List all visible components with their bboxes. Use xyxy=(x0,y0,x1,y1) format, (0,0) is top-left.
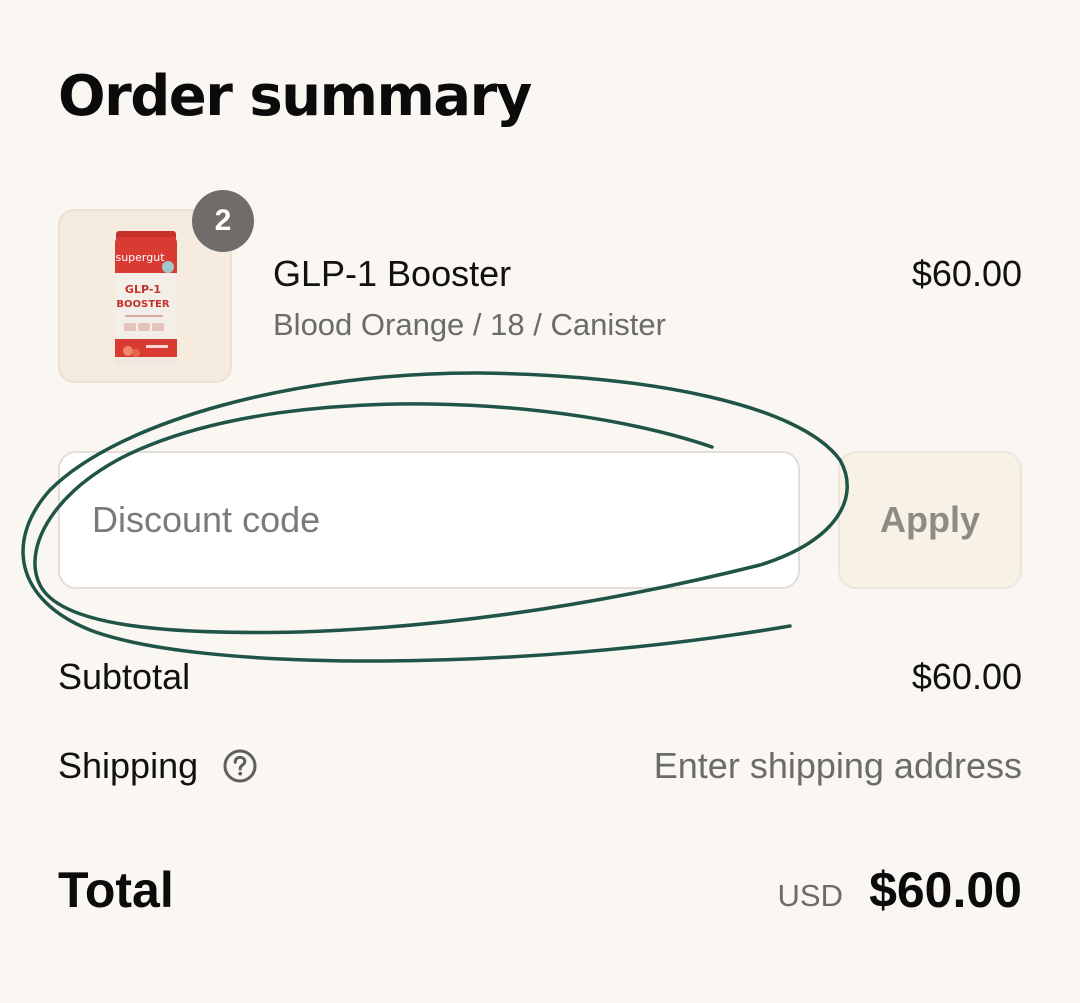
shipping-value: Enter shipping address xyxy=(653,745,1022,786)
question-circle-icon[interactable] xyxy=(222,748,258,784)
discount-code-input[interactable] xyxy=(58,451,800,589)
shipping-label: Shipping xyxy=(58,745,199,786)
subtotal-value: $60.00 xyxy=(911,656,1022,697)
total-value: $60.00 xyxy=(869,862,1022,918)
product-brand-text: supergut xyxy=(115,251,165,264)
product-variant: Blood Orange / 18 / Canister xyxy=(273,307,666,342)
currency-code: USD xyxy=(777,878,843,913)
product-name-line2: BOOSTER xyxy=(116,299,169,310)
product-name-line1: GLP-1 xyxy=(125,283,161,296)
apply-discount-button[interactable]: Apply xyxy=(838,451,1022,589)
product-price: $60.00 xyxy=(911,253,1022,294)
total-label: Total xyxy=(58,862,174,918)
product-name: GLP-1 Booster xyxy=(273,253,512,294)
order-summary-panel: Order summary supergut GLP-1 BOOSTER 2 G… xyxy=(0,0,1080,1003)
subtotal-label: Subtotal xyxy=(58,656,191,697)
quantity-badge: 2 xyxy=(192,190,254,252)
page-title: Order summary xyxy=(58,64,532,129)
